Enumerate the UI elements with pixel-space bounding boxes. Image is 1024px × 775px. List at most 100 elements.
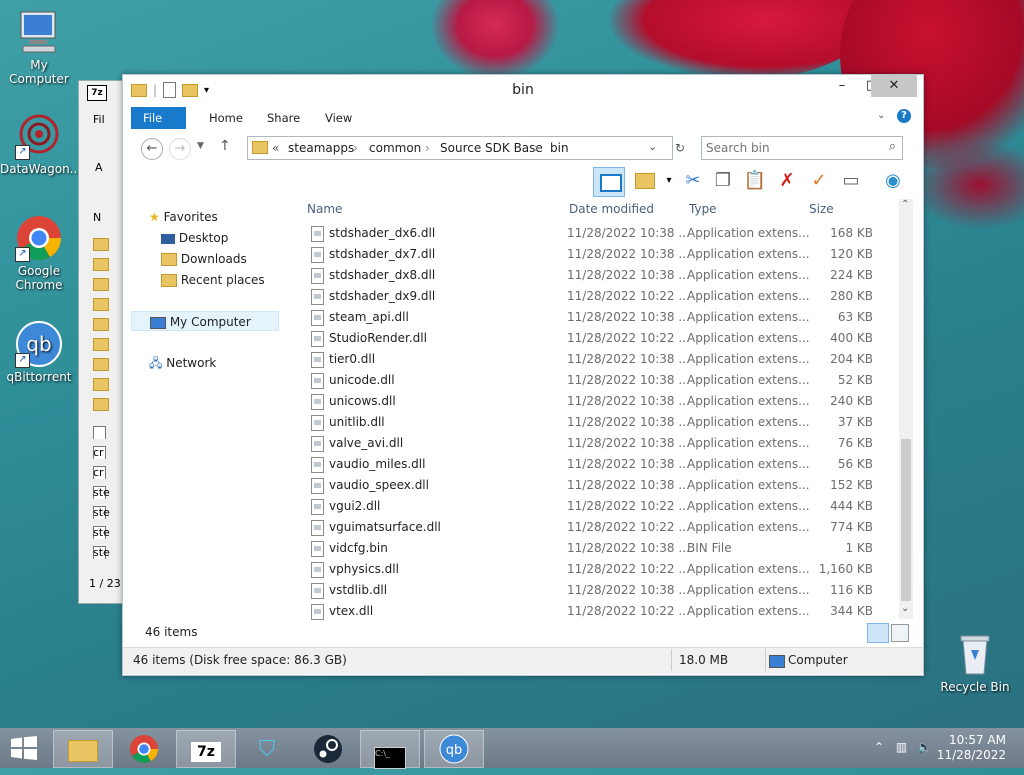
copy-icon[interactable]: ❐ (711, 169, 735, 193)
scrollbar-thumb[interactable] (901, 439, 911, 601)
nav-my-computer[interactable]: My Computer (131, 311, 279, 331)
breadcrumb-steamapps[interactable]: steamapps (288, 141, 354, 155)
nav-downloads[interactable]: Downloads (161, 249, 247, 269)
search-box[interactable]: ⌕ (701, 136, 903, 160)
taskbar-file-explorer[interactable] (53, 730, 113, 768)
column-type[interactable]: Type (689, 202, 717, 216)
breadcrumb-bin[interactable]: bin (550, 141, 569, 155)
taskbar-chrome[interactable] (114, 730, 174, 768)
expand-ribbon-icon[interactable]: ⌄ (877, 110, 885, 121)
recent-locations-icon[interactable]: ▼ (197, 141, 204, 151)
checkmark-icon[interactable]: ✓ (807, 169, 831, 193)
file-size: 1,160 KB (818, 562, 873, 576)
file-row[interactable]: vaudio_speex.dll 11/28/2022 10:38 ... Appl… (305, 475, 895, 496)
desktop-icon-qbittorrent[interactable]: qb ↗ qBittorrent (0, 320, 78, 384)
large-icons-view-icon[interactable] (891, 624, 909, 642)
file-name: steam_api.dll (329, 310, 409, 324)
taskbar-steam[interactable] (298, 730, 358, 768)
file-row[interactable]: StudioRender.dll 11/28/2022 10:22 ... Appl… (305, 328, 895, 349)
address-field[interactable]: « steamapps › common › Source SDK Base ›… (247, 136, 673, 160)
taskbar-command-prompt[interactable]: C:\_ (360, 730, 420, 769)
status-disk-free: 46 items (Disk free space: 86.3 GB) (133, 653, 347, 667)
svg-text:qb: qb (26, 332, 51, 356)
file-row[interactable]: stdshader_dx9.dll 11/28/2022 10:22 ... App… (305, 286, 895, 307)
tab-share[interactable]: Share (255, 107, 312, 129)
tab-home[interactable]: Home (197, 107, 255, 129)
star-icon: ★ (149, 210, 160, 224)
column-size[interactable]: Size (809, 202, 834, 216)
file-list[interactable]: ^ Name Date modified Type Size stdshader… (299, 199, 913, 624)
nav-favorites[interactable]: ★ Favorites (149, 207, 218, 227)
explorer-window[interactable]: | ▾ bin – □ ✕ File Home Share View ⌄ ? ←… (122, 74, 924, 676)
close-button[interactable]: ✕ (871, 75, 917, 97)
title-bar[interactable]: | ▾ bin – □ ✕ (123, 75, 923, 105)
desktop-icon-my-computer[interactable]: My Computer (0, 8, 78, 86)
start-button[interactable] (10, 736, 38, 760)
delete-icon[interactable]: ✗ (775, 169, 799, 193)
file-row[interactable]: vstdlib.dll 11/28/2022 10:38 ... Applicati… (305, 580, 895, 601)
cut-icon[interactable]: ✂ (681, 169, 705, 193)
file-row[interactable]: unicode.dll 11/28/2022 10:38 ... Applicati… (305, 370, 895, 391)
breadcrumb-source-sdk-base[interactable]: Source SDK Base (440, 141, 543, 155)
nav-desktop[interactable]: Desktop (161, 228, 228, 248)
vertical-scrollbar[interactable]: ⌃ ⌄ (899, 199, 913, 619)
preview-pane-button[interactable] (593, 167, 625, 197)
desktop-icon-chrome[interactable]: ↗ Google Chrome (0, 214, 78, 292)
help-icon[interactable]: ? (897, 109, 911, 123)
svg-text:qb: qb (446, 743, 463, 758)
desktop-icon-recycle-bin[interactable]: Recycle Bin (936, 630, 1014, 694)
globe-icon[interactable]: ◉ (881, 169, 905, 193)
scroll-up-icon[interactable]: ⌃ (901, 199, 909, 210)
file-row[interactable]: unitlib.dll 11/28/2022 10:38 ... Applicati… (305, 412, 895, 433)
file-row[interactable]: stdshader_dx8.dll 11/28/2022 10:38 ... App… (305, 265, 895, 286)
file-row[interactable]: valve_avi.dll 11/28/2022 10:38 ... Applica… (305, 433, 895, 454)
taskbar-qbittorrent[interactable]: qb (424, 730, 484, 768)
file-row[interactable]: tier0.dll 11/28/2022 10:38 ... Application… (305, 349, 895, 370)
tray-expand-icon[interactable]: ⌃ (874, 740, 884, 754)
file-row[interactable]: stdshader_dx7.dll 11/28/2022 10:38 ... App… (305, 244, 895, 265)
file-row[interactable]: vphysics.dll 11/28/2022 10:22 ... Applicat… (305, 559, 895, 580)
paste-icon[interactable]: 📋 (743, 169, 767, 193)
breadcrumb-common[interactable]: common (369, 141, 421, 155)
forward-button[interactable]: → (169, 138, 191, 160)
address-dropdown-icon[interactable]: ⌄ (648, 140, 657, 153)
refresh-icon[interactable]: ↻ (669, 137, 691, 159)
column-name[interactable]: Name (307, 202, 342, 216)
column-date-modified[interactable]: Date modified (569, 202, 654, 216)
file-row[interactable]: vgui2.dll 11/28/2022 10:22 ... Application… (305, 496, 895, 517)
file-name: StudioRender.dll (329, 331, 427, 345)
file-row[interactable]: steam_api.dll 11/28/2022 10:38 ... Applica… (305, 307, 895, 328)
file-type: Application extens... (687, 352, 810, 366)
network-tray-icon[interactable]: ▥ (896, 740, 907, 754)
nav-network[interactable]: 🖧 Network (149, 353, 216, 373)
file-row[interactable]: vaudio_miles.dll 11/28/2022 10:38 ... Appl… (305, 454, 895, 475)
breadcrumb-overflow[interactable]: « (272, 141, 279, 155)
search-icon[interactable]: ⌕ (889, 139, 896, 154)
up-button[interactable]: ↑ (219, 138, 231, 154)
dropdown-icon[interactable]: ▾ (657, 169, 681, 193)
volume-icon[interactable]: 🔈 (917, 740, 932, 754)
scroll-down-icon[interactable]: ⌄ (901, 603, 909, 614)
rename-icon[interactable]: ▭ (839, 169, 863, 193)
search-input[interactable] (704, 139, 878, 157)
file-type: Application extens... (687, 310, 810, 324)
desktop-icon-datawagon[interactable]: ↗ DataWagon... (0, 112, 81, 176)
minimize-button[interactable]: – (827, 75, 857, 97)
file-name: stdshader_dx6.dll (329, 226, 436, 240)
taskbar-clock[interactable]: 10:57 AM 11/28/2022 (937, 733, 1006, 763)
file-row[interactable]: vidcfg.bin 11/28/2022 10:38 ... BIN File 1 … (305, 538, 895, 559)
file-row[interactable]: stdshader_dx6.dll 11/28/2022 10:38 ... App… (305, 223, 895, 244)
file-row[interactable]: vtex.dll 11/28/2022 10:22 ... Application … (305, 601, 895, 622)
details-view-icon[interactable] (867, 623, 889, 643)
tab-file[interactable]: File (131, 107, 186, 129)
tab-view[interactable]: View (313, 107, 364, 129)
nav-recent-places[interactable]: Recent places (161, 270, 265, 290)
taskbar-app[interactable]: ⛉ (237, 730, 297, 768)
clock-date: 11/28/2022 (936, 748, 1006, 762)
file-row[interactable]: unicows.dll 11/28/2022 10:38 ... Applicati… (305, 391, 895, 412)
back-button[interactable]: ← (141, 138, 163, 160)
file-row[interactable]: vguimatsurface.dll 11/28/2022 10:22 ... Ap… (305, 517, 895, 538)
taskbar-7zip[interactable]: 7z (176, 730, 236, 768)
address-bar-row: ← → ▼ ↑ « steamapps › common › Source SD… (131, 135, 915, 161)
folder-options-icon[interactable] (633, 169, 657, 193)
